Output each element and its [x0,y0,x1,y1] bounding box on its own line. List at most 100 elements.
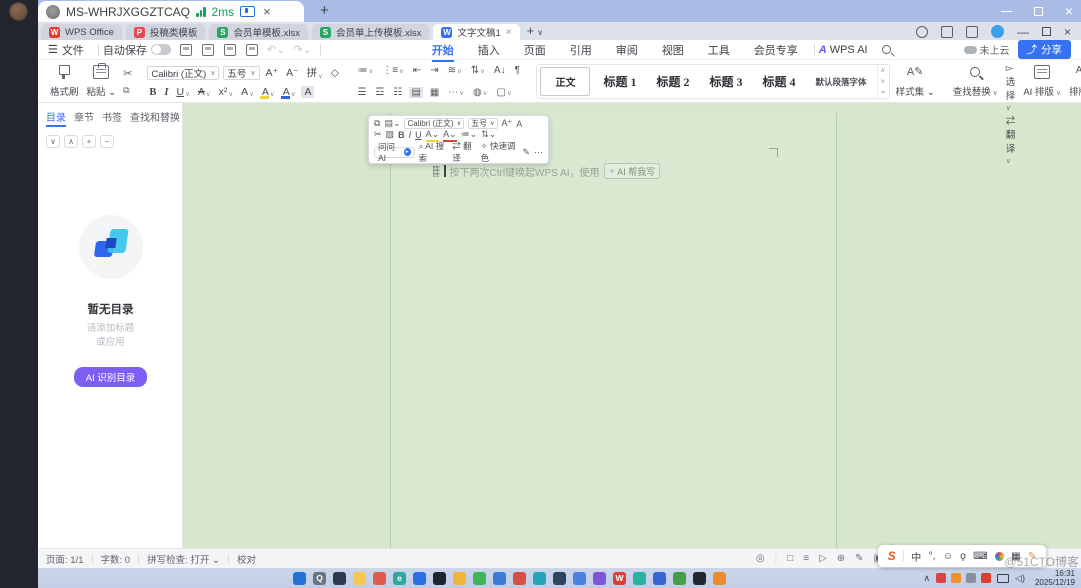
translate-button[interactable]: ⇄ 翻译 ∨ [1006,113,1016,166]
spellcheck-label[interactable]: 拼写检查: 打开 ⌄ [147,552,220,566]
volume-icon[interactable]: ◁) [1015,573,1025,584]
ai-layout-button[interactable]: AI 排版 ∨ [1019,63,1065,100]
tab-list-chevron-icon[interactable]: ∨ [537,28,543,37]
ime-keyboard-icon[interactable]: ⌨ [973,551,987,562]
taskbar-app-icon[interactable] [633,572,646,585]
select-button[interactable]: ▻ 选择 ∨ [1006,63,1016,113]
taskbar-app-icon[interactable] [553,572,566,585]
close-tab-icon[interactable]: × [506,27,512,38]
editor-first-line[interactable]: 按下两次Ctrl键唤起WPS AI，使用 ✧ AI 帮我写 [433,163,660,179]
align-left-button[interactable]: ☰ [355,87,369,98]
collapse-all-button[interactable]: ∨ [46,135,60,148]
taskbar-app-icon[interactable] [493,572,506,585]
taskbar-app-icon[interactable]: W [613,572,626,585]
save-icon[interactable] [180,44,192,56]
ribbon-search-icon[interactable] [882,45,891,54]
underline-button[interactable]: U∨ [174,86,191,98]
mini-format-painter-icon[interactable]: ▨ [386,129,395,140]
bold-button[interactable]: B [147,87,158,98]
taskbar-app-icon[interactable] [353,572,366,585]
ribbon-menu-tab[interactable]: 开始 [420,40,466,60]
ai-recognize-outline-button[interactable]: AI 识别目录 [74,367,148,387]
style-item[interactable]: 默认段落字体 [806,65,877,98]
remote-session-tab[interactable]: MS-WHRJXGGZTCAQ 2ms × [38,1,304,22]
char-shading-button[interactable]: A [301,86,314,98]
single-page-view-icon[interactable]: □ [787,553,793,564]
print-preview-icon[interactable] [246,44,258,56]
file-menu[interactable]: ☰ 文件 [38,42,94,58]
wps-document-tab[interactable]: W WPS Office × [41,24,122,40]
autosave-toggle[interactable] [151,44,171,55]
taskbar-app-icon[interactable] [693,572,706,585]
wps-ai-tab[interactable]: WPS AI [830,44,868,56]
wps-document-tab[interactable]: S 会员单模板.xlsx × [209,24,308,40]
format-painter-button[interactable]: 格式刷 [46,63,83,100]
decrease-indent-button[interactable]: ⇤ [410,65,423,76]
border-button[interactable]: ▢∨ [494,87,514,98]
find-replace-button[interactable]: 查找替换 ∨ [949,63,1002,100]
monitor-icon[interactable] [240,6,255,17]
drag-handle-icon[interactable] [433,166,440,177]
wps-minimize-button[interactable]: — [1017,26,1029,38]
layout-button[interactable]: A≡ 排版 ∨ [1065,63,1081,100]
mini-bold-icon[interactable]: B [398,130,405,140]
zoom-out-outline-button[interactable]: − [100,135,114,148]
mini-pen-icon[interactable]: ✎ [522,147,530,158]
style-set-button[interactable]: A✎ 样式集 ⌄ [892,63,939,100]
phonetic-guide-button[interactable]: 拼∨ [305,65,325,80]
font-name-combo[interactable]: Calibri (正文)∨ [147,66,219,80]
ribbon-menu-tab[interactable]: 会员专享 [742,40,810,60]
ribbon-menu-tab[interactable]: 视图 [650,40,696,60]
taskbar-app-icon[interactable]: Q [313,572,326,585]
mini-paste-icon[interactable]: ▤⌄ [384,118,400,129]
mini-bullets-icon[interactable]: ≔⌄ [461,129,478,140]
taskbar-app-icon[interactable]: e [393,572,406,585]
browser-minimize-button[interactable] [1001,11,1012,12]
cut-button[interactable]: ✂ [123,67,132,80]
undo-icon[interactable]: ↶⌄ [267,43,285,56]
increase-indent-button[interactable]: ⇥ [428,65,441,76]
quick-color-button[interactable]: ✧ 快速调色 [481,140,519,164]
style-item[interactable]: 标题 3 [700,65,753,98]
ime-punctuation-icon[interactable]: °, [929,551,936,562]
style-item[interactable]: 正文 [540,67,590,96]
sort-button[interactable]: A↓ [491,65,508,76]
browser-maximize-button[interactable] [1034,7,1043,16]
superscript-button[interactable]: x²∨ [217,86,236,98]
taskbar-app-icon[interactable] [533,572,546,585]
ribbon-menu-tab[interactable]: 插入 [466,40,512,60]
font-size-combo[interactable]: 五号∨ [223,66,259,80]
mini-translate-button[interactable]: ⇄ 翻译 [452,140,476,164]
mini-font-color-icon[interactable]: A⌄ [443,129,457,140]
eye-protect-icon[interactable]: ◎ [756,553,765,564]
sidebar-tab[interactable]: 书签 [102,109,122,127]
taskbar-app-icon[interactable] [373,572,386,585]
ime-language-toggle[interactable]: 中 [911,549,921,564]
show-marks-button[interactable]: ¶ [512,65,522,76]
taskbar-app-icon[interactable] [673,572,686,585]
ask-ai-button[interactable]: 问问 AI▸ [374,147,415,158]
distribute-button[interactable]: ▦ [427,87,441,98]
taskbar-app-icon[interactable] [333,572,346,585]
styles-gallery-arrows[interactable]: ∧∨≂ [877,65,889,98]
sync-status-icon[interactable] [916,26,928,38]
zoom-in-outline-button[interactable]: + [82,135,96,148]
ribbon-menu-tab[interactable]: 引用 [558,40,604,60]
mini-increase-font-icon[interactable]: A⁺ [502,118,513,129]
mini-underline-icon[interactable]: U [415,130,422,140]
style-item[interactable]: 标题 4 [753,65,806,98]
new-document-button[interactable]: + [527,23,535,38]
mini-line-spacing-icon[interactable]: ⇅⌄ [481,129,496,140]
account-avatar[interactable] [991,25,1004,38]
mini-cut-icon[interactable]: ✂ [374,129,382,140]
network-icon[interactable] [997,574,1009,583]
tray-app-icon[interactable] [936,573,946,583]
decrease-font-button[interactable]: A⁻ [284,67,301,79]
proofread-label[interactable]: 校对 [237,552,256,566]
redo-icon[interactable]: ↷⌄ [293,43,311,56]
taskbar-app-icon[interactable] [573,572,586,585]
sidebar-tab[interactable]: 目录 [46,109,66,127]
ime-voice-icon[interactable]: ϙ [960,551,966,562]
play-slideshow-icon[interactable]: ▷ [819,553,827,564]
browser-close-button[interactable]: × [1065,4,1073,18]
